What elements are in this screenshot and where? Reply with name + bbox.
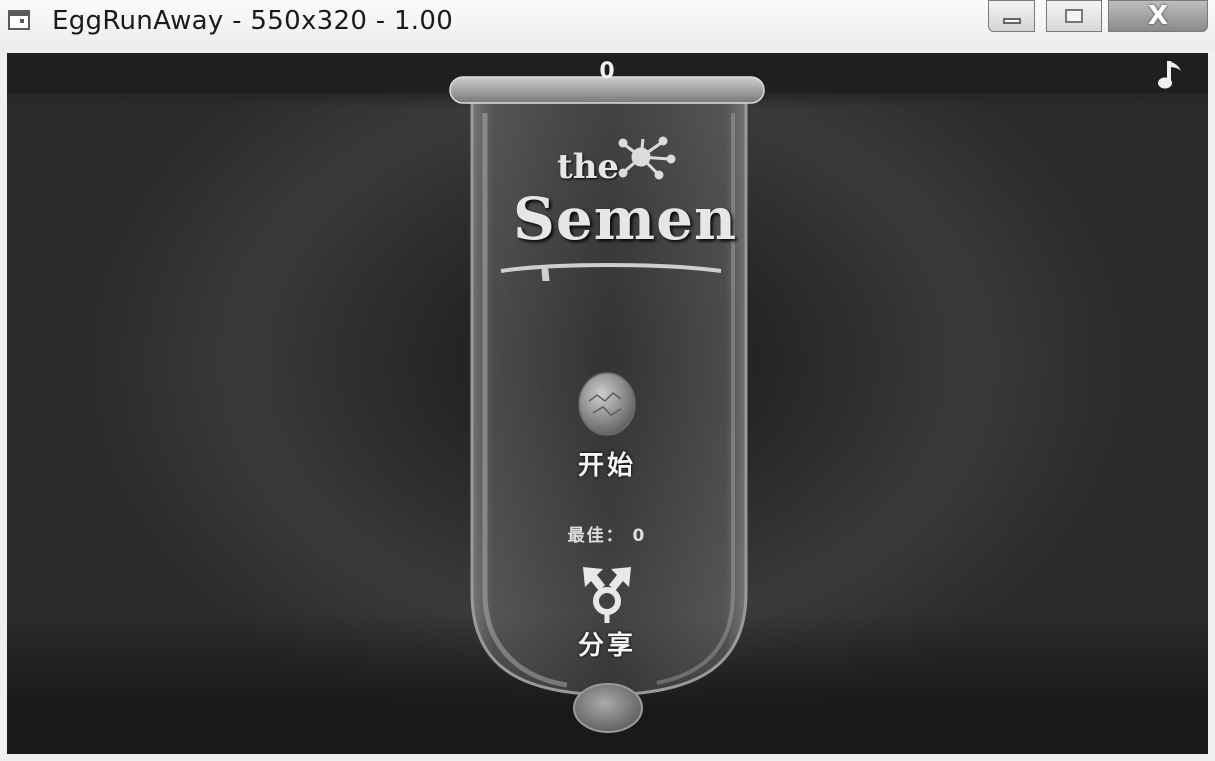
title-bar[interactable]: EggRunAway - 550x320 - 1.00 X [0,0,1215,50]
music-note-icon[interactable] [1157,57,1187,91]
game-logo: the Semen [493,135,736,315]
best-score: 最佳： 0 [567,526,647,546]
window-title: EggRunAway - 550x320 - 1.00 [52,6,454,36]
start-button[interactable]: 开始 [557,445,657,482]
minimize-button[interactable] [988,0,1035,32]
logo-text-small: the [557,147,620,187]
maximize-icon [1065,9,1083,23]
maximize-button[interactable] [1046,0,1102,32]
share-arrows-icon[interactable] [573,561,641,625]
logo-text-big: Semen [513,185,738,253]
minimize-icon [1002,18,1021,24]
game-canvas[interactable]: 0 the Semen 开始 最佳： 0 分享 [7,53,1208,754]
egg-icon[interactable] [575,371,639,437]
share-button[interactable]: 分享 [557,625,657,662]
splat-icon [618,136,676,180]
app-icon [8,10,30,30]
score-value: 0 [599,59,615,84]
close-icon: X [1147,1,1169,31]
tube-tip [573,683,643,733]
close-button[interactable]: X [1108,0,1208,32]
game-window: EggRunAway - 550x320 - 1.00 X 0 the Seme… [0,0,1215,761]
